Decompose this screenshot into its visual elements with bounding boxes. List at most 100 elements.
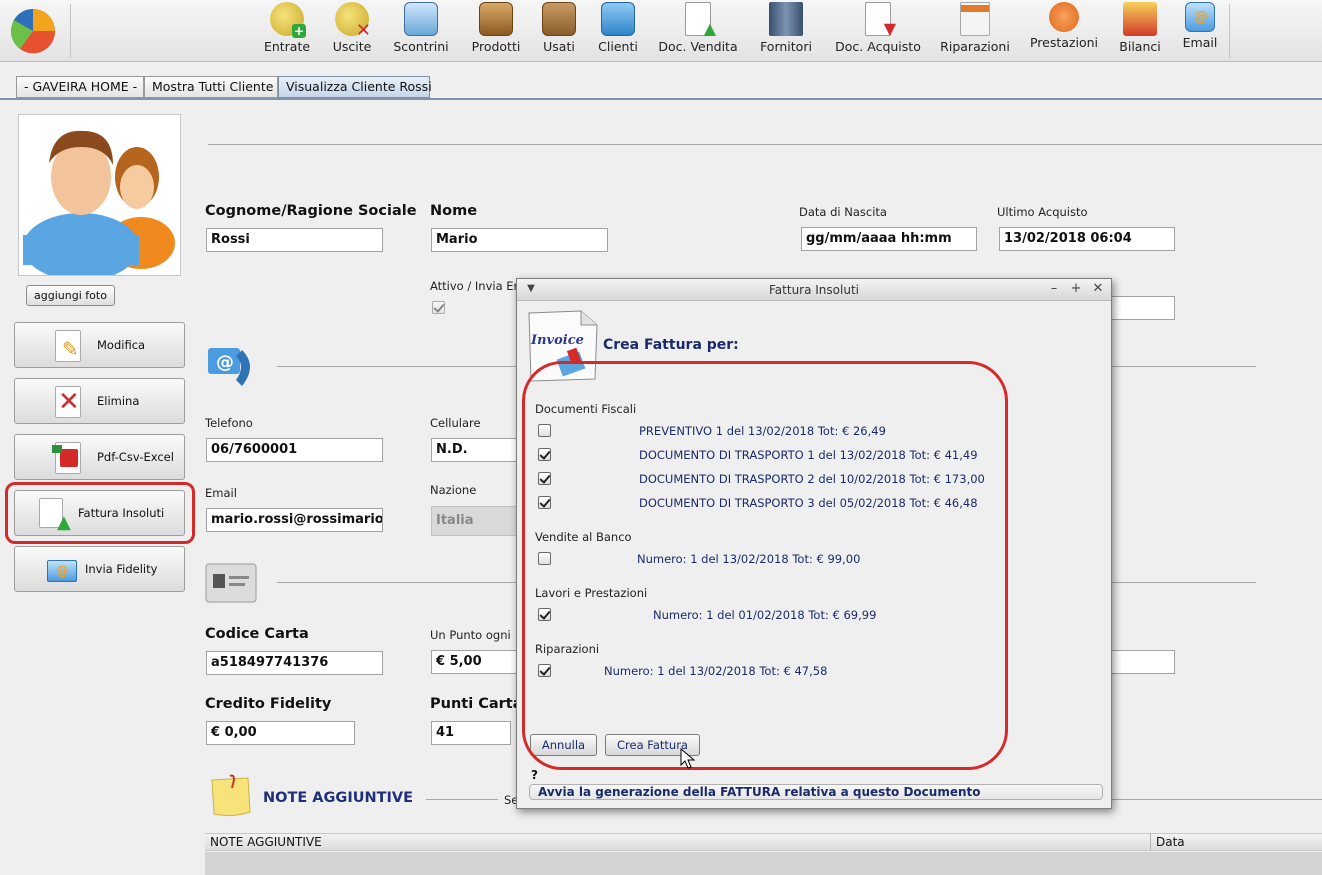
toolbar-fornitori-button[interactable]: Fornitori: [756, 2, 816, 58]
document-upload-icon: ▲: [685, 2, 716, 38]
email-input[interactable]: mario.rossi@rossimario: [206, 508, 383, 532]
balance-icon: [1123, 2, 1157, 36]
boxes-icon: [479, 2, 513, 36]
mouse-cursor-icon: [680, 748, 696, 769]
toolbar-email-button[interactable]: @ Email: [1180, 2, 1220, 58]
add-photo-button[interactable]: aggiungi foto: [26, 285, 115, 306]
toolbar-bilanci-button[interactable]: Bilanci: [1116, 2, 1164, 58]
maximize-icon[interactable]: +: [1068, 281, 1084, 297]
toolbar-label: Usati: [543, 39, 575, 54]
toolbar-label: Prestazioni: [1029, 35, 1099, 50]
toolbar-riparazioni-button[interactable]: Riparazioni: [940, 2, 1010, 58]
tab-visualizza-cliente[interactable]: Visualizza Cliente Rossi: [278, 76, 432, 98]
minimize-icon[interactable]: –: [1046, 281, 1062, 297]
partially-hidden-input-2[interactable]: [1110, 650, 1175, 674]
toolbar-label: Clienti: [598, 39, 638, 54]
notes-table-header: NOTE AGGIUNTIVE Data: [205, 833, 1322, 851]
delete-x-icon: ✕: [55, 386, 81, 418]
modifica-label: Modifica: [97, 338, 146, 352]
cellulare-input[interactable]: N.D.: [431, 438, 517, 462]
sticky-note-icon: [211, 774, 251, 817]
user-avatar-icon: [23, 130, 175, 281]
toolbar-label: Riparazioni: [940, 39, 1010, 54]
nome-label: Nome: [430, 203, 478, 219]
toolbar-label: Bilanci: [1119, 39, 1161, 54]
partially-hidden-input[interactable]: [1110, 296, 1175, 320]
elimina-button[interactable]: ✕ Elimina: [14, 378, 185, 424]
client-folder-icon: [601, 2, 635, 36]
data-nascita-label: Data di Nascita: [799, 205, 887, 219]
ultimo-acquisto-label: Ultimo Acquisto: [997, 205, 1088, 219]
fidelity-card-icon: [205, 563, 257, 603]
invoice-icon-text: Invoice: [531, 333, 584, 348]
toolbar-entrate-button[interactable]: + Entrate: [258, 2, 316, 58]
pdf-csv-excel-label: Pdf-Csv-Excel: [97, 450, 174, 464]
ultimo-acquisto-input[interactable]: 13/02/2018 06:04: [999, 227, 1175, 251]
punto-ogni-input[interactable]: € 5,00: [431, 650, 517, 674]
tab-gaveira-home[interactable]: - GAVEIRA HOME -: [16, 76, 144, 98]
toolbar-label: Scontrini: [393, 39, 449, 54]
toolbar-usati-button[interactable]: Usati: [536, 2, 582, 58]
dialog-heading: Crea Fattura per:: [603, 337, 739, 353]
invia-fidelity-button[interactable]: @ Invia Fidelity: [14, 546, 185, 592]
credito-fidelity-input[interactable]: € 0,00: [206, 721, 355, 745]
toolbar-label: Prodotti: [471, 39, 521, 54]
codice-carta-input[interactable]: a518497741376: [206, 651, 383, 675]
pdf-csv-excel-button[interactable]: Pdf-Csv-Excel: [14, 434, 185, 480]
cognome-label: Cognome/Ragione Sociale: [205, 203, 417, 219]
invia-fidelity-label: Invia Fidelity: [85, 562, 158, 576]
nazione-select[interactable]: Italia: [431, 506, 517, 536]
data-nascita-input[interactable]: gg/mm/aaaa hh:mm: [801, 227, 977, 251]
toolbar-clienti-button[interactable]: Clienti: [592, 2, 644, 58]
email-label: Email: [205, 486, 237, 500]
client-photo: [18, 114, 181, 281]
punti-carta-input[interactable]: 41: [431, 721, 511, 745]
toolbar-label: Doc. Vendita: [658, 39, 738, 54]
receipt-printer-icon: [404, 2, 438, 36]
data-col-header[interactable]: Data: [1156, 835, 1185, 849]
toolbar-scontrini-button[interactable]: Scontrini: [388, 2, 454, 58]
document-download-icon: ▼: [865, 2, 896, 38]
tab-mostra-tutti-cliente[interactable]: Mostra Tutti Cliente: [144, 76, 278, 98]
highlight-annotation-dialog: [522, 361, 1008, 770]
elimina-label: Elimina: [97, 394, 140, 408]
notes-col-header[interactable]: NOTE AGGIUNTIVE: [210, 835, 322, 849]
highlight-annotation: [5, 482, 195, 544]
credito-fidelity-label: Credito Fidelity: [205, 696, 332, 712]
nazione-label: Nazione: [430, 483, 477, 497]
dialog-titlebar: ▼ Fattura Insoluti – + ✕: [517, 279, 1111, 301]
toolbar-label: Doc. Acquisto: [835, 39, 921, 54]
toolbar-uscite-button[interactable]: ✕ Uscite: [325, 2, 379, 58]
telefono-input[interactable]: 06/7600001: [206, 438, 383, 462]
toolbar-prodotti-button[interactable]: Prodotti: [466, 2, 526, 58]
close-icon[interactable]: ✕: [1090, 281, 1106, 297]
main-toolbar: + Entrate ✕ Uscite Scontrini Prodotti Us…: [0, 0, 1322, 62]
svg-text:@: @: [216, 352, 234, 373]
status-bar: Avvia la generazione della FATTURA relat…: [529, 784, 1103, 800]
building-icon: [769, 2, 803, 36]
modifica-button[interactable]: ✎ Modifica: [14, 322, 185, 368]
notes-table-body: [205, 852, 1322, 875]
cognome-input[interactable]: Rossi: [206, 228, 383, 252]
attivo-label: Attivo / Invia Er: [430, 279, 519, 293]
toolbar-doc-acquisto-button[interactable]: ▼ Doc. Acquisto: [834, 2, 922, 58]
toolbar-label: Entrate: [263, 39, 311, 54]
telefono-label: Telefono: [205, 416, 253, 430]
nome-input[interactable]: Mario: [431, 228, 608, 252]
email-icon: @: [1185, 2, 1215, 32]
coin-minus-icon: ✕: [335, 2, 371, 40]
technical-doc-icon: [960, 2, 990, 36]
punti-carta-label: Punti Carta: [430, 696, 523, 712]
toolbar-label: Fornitori: [760, 39, 812, 54]
dialog-title: Fattura Insoluti: [769, 283, 859, 297]
attivo-checkbox[interactable]: [432, 301, 445, 314]
punto-ogni-label: Un Punto ogni: [430, 628, 511, 642]
toolbar-prestazioni-button[interactable]: Prestazioni: [1028, 2, 1100, 58]
app-logo-icon: [10, 9, 56, 54]
toolbar-label: Email: [1182, 35, 1218, 50]
coin-plus-icon: +: [270, 2, 306, 38]
contact-at-icon: @: [208, 348, 250, 386]
toolbar-doc-vendita-button[interactable]: ▲ Doc. Vendita: [656, 2, 740, 58]
codice-carta-label: Codice Carta: [205, 626, 309, 642]
open-box-icon: [542, 2, 576, 36]
